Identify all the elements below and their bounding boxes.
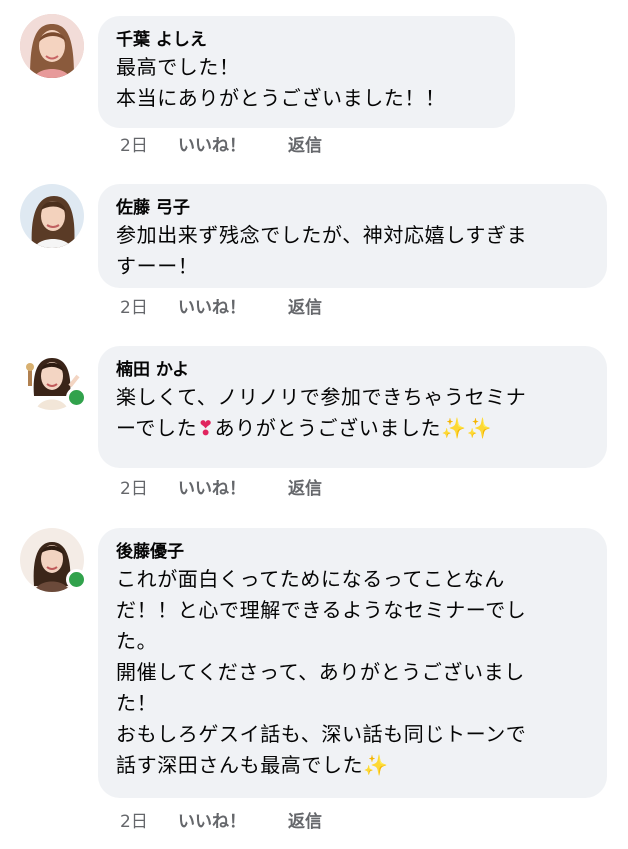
- sparkles-icon: ✨: [441, 416, 467, 440]
- avatar[interactable]: [20, 346, 87, 410]
- comment-bubble: 千葉 よしえ 最高でした！ 本当にありがとうございました！！: [98, 16, 515, 128]
- comment-text-line: 話す深田さんも最高でした✨: [116, 750, 589, 781]
- comment-bubble: 佐藤 弓子 参加出来ず残念でしたが、神対応嬉しすぎま すーー！: [98, 184, 607, 288]
- reply-button[interactable]: 返信: [288, 477, 322, 501]
- author-name[interactable]: 佐藤 弓子: [116, 196, 589, 220]
- sparkles-icon: ✨: [466, 416, 493, 440]
- author-name[interactable]: 千葉 よしえ: [116, 28, 497, 52]
- timestamp[interactable]: 2日: [120, 296, 148, 320]
- comment-bubble: 後藤優子 これが面白くってためになるってことなん だ！！と心で理解できるようなセ…: [98, 528, 607, 798]
- online-status-icon: [66, 387, 87, 408]
- comment-text-line: ーでした❣ありがとうございました✨✨: [116, 413, 589, 444]
- like-button[interactable]: いいね！: [178, 810, 246, 834]
- timestamp[interactable]: 2日: [120, 810, 148, 834]
- online-status-icon: [66, 569, 87, 590]
- comment-text-line: だ！！と心で理解できるようなセミナーでし: [116, 598, 527, 622]
- timestamp[interactable]: 2日: [120, 134, 148, 158]
- avatar[interactable]: [20, 528, 87, 592]
- comment-text-line: すーー！: [116, 254, 199, 278]
- timestamp[interactable]: 2日: [120, 477, 148, 501]
- reply-button[interactable]: 返信: [288, 134, 322, 158]
- reply-button[interactable]: 返信: [288, 810, 322, 834]
- comment-text-line: 本当にありがとうございました！！: [116, 86, 446, 110]
- sparkles-icon: ✨: [363, 753, 389, 777]
- like-button[interactable]: いいね！: [178, 134, 246, 158]
- comment-text-line: 開催してくださって、ありがとうございまし: [116, 660, 525, 684]
- avatar[interactable]: [20, 184, 84, 248]
- heart-exclamation-icon: ❣: [197, 416, 215, 440]
- comment-text-fragment: 話す深田さんも最高でした: [116, 753, 364, 777]
- comment-text-line: これが面白くってためになるってことなん: [116, 567, 505, 591]
- comment-text-line: 最高でした！: [116, 55, 240, 79]
- comment-text-line: た。: [116, 629, 158, 653]
- comment-text-line: 参加出来ず残念でしたが、神対応嬉しすぎま: [116, 223, 528, 247]
- author-name[interactable]: 後藤優子: [116, 540, 589, 564]
- author-name[interactable]: 楠田 かよ: [116, 358, 589, 382]
- like-button[interactable]: いいね！: [178, 296, 246, 320]
- comment-text-fragment: ありがとうございました: [214, 416, 442, 440]
- comment-text-line: 楽しくて、ノリノリで参加できちゃうセミナ: [116, 385, 527, 409]
- comment-text-line: おもしろゲスイ話も、深い話も同じトーンで: [116, 722, 527, 746]
- avatar[interactable]: [20, 14, 84, 78]
- like-button[interactable]: いいね！: [178, 477, 246, 501]
- comment-text-fragment: ーでした: [116, 416, 198, 440]
- comment-text-line: た！: [116, 691, 158, 715]
- reply-button[interactable]: 返信: [288, 296, 322, 320]
- comment-bubble: 楠田 かよ 楽しくて、ノリノリで参加できちゃうセミナ ーでした❣ありがとうござい…: [98, 346, 607, 468]
